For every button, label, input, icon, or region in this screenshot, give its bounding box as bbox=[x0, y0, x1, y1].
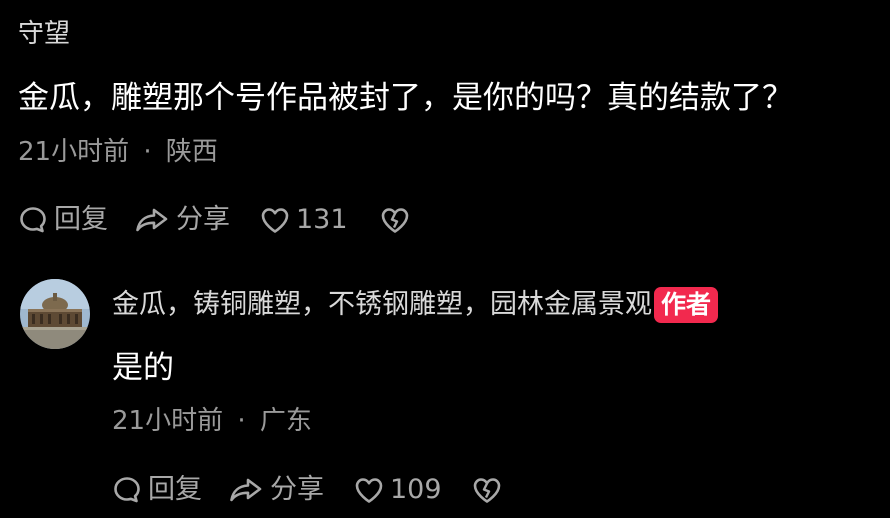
meta-separator: · bbox=[143, 137, 152, 167]
like-count: 109 bbox=[390, 474, 442, 505]
reply-text: 是的 bbox=[112, 350, 174, 386]
broken-heart-icon bbox=[472, 476, 502, 504]
share-arrow-icon bbox=[134, 205, 170, 235]
comment-bubble-icon bbox=[112, 475, 142, 505]
reply-location: 广东 bbox=[259, 406, 312, 436]
dislike-button[interactable] bbox=[472, 476, 502, 504]
share-label: 分享 bbox=[270, 474, 324, 505]
dislike-button[interactable] bbox=[380, 206, 410, 234]
author-badge: 作者 bbox=[654, 287, 719, 323]
comment-text: 金瓜，雕塑那个号作品被封了，是你的吗？真的结款了？ bbox=[18, 80, 793, 116]
reply-button[interactable]: 回复 bbox=[18, 200, 108, 240]
share-label: 分享 bbox=[176, 204, 230, 235]
reply-actions: 回复 分享 109 bbox=[112, 468, 502, 512]
reply-username[interactable]: 金瓜，铸铜雕塑，不锈钢雕塑，园林金属景观 bbox=[112, 284, 652, 326]
share-button[interactable]: 分享 bbox=[134, 200, 230, 240]
like-count: 131 bbox=[296, 204, 348, 235]
comment-username[interactable]: 守望 bbox=[18, 14, 70, 54]
reply-label: 回复 bbox=[54, 204, 108, 235]
reply-meta: 21小时前 · 广东 bbox=[112, 401, 312, 441]
comment-meta: 21小时前 · 陕西 bbox=[18, 132, 218, 172]
broken-heart-icon bbox=[380, 206, 410, 234]
share-arrow-icon bbox=[228, 475, 264, 505]
comment-time: 21小时前 bbox=[18, 137, 130, 167]
comment-actions: 回复 分享 131 bbox=[18, 198, 410, 242]
like-button[interactable]: 131 bbox=[260, 200, 348, 240]
comment-location: 陕西 bbox=[165, 137, 218, 167]
meta-separator: · bbox=[237, 406, 246, 436]
heart-icon bbox=[260, 206, 290, 234]
avatar[interactable] bbox=[20, 279, 90, 349]
comment-bubble-icon bbox=[18, 205, 48, 235]
reply-button[interactable]: 回复 bbox=[112, 470, 202, 510]
like-button[interactable]: 109 bbox=[354, 470, 442, 510]
heart-icon bbox=[354, 476, 384, 504]
reply-time: 21小时前 bbox=[112, 406, 224, 436]
reply-username-row: 金瓜，铸铜雕塑，不锈钢雕塑，园林金属景观 作者 bbox=[112, 284, 719, 326]
reply-label: 回复 bbox=[148, 474, 202, 505]
share-button[interactable]: 分享 bbox=[228, 470, 324, 510]
